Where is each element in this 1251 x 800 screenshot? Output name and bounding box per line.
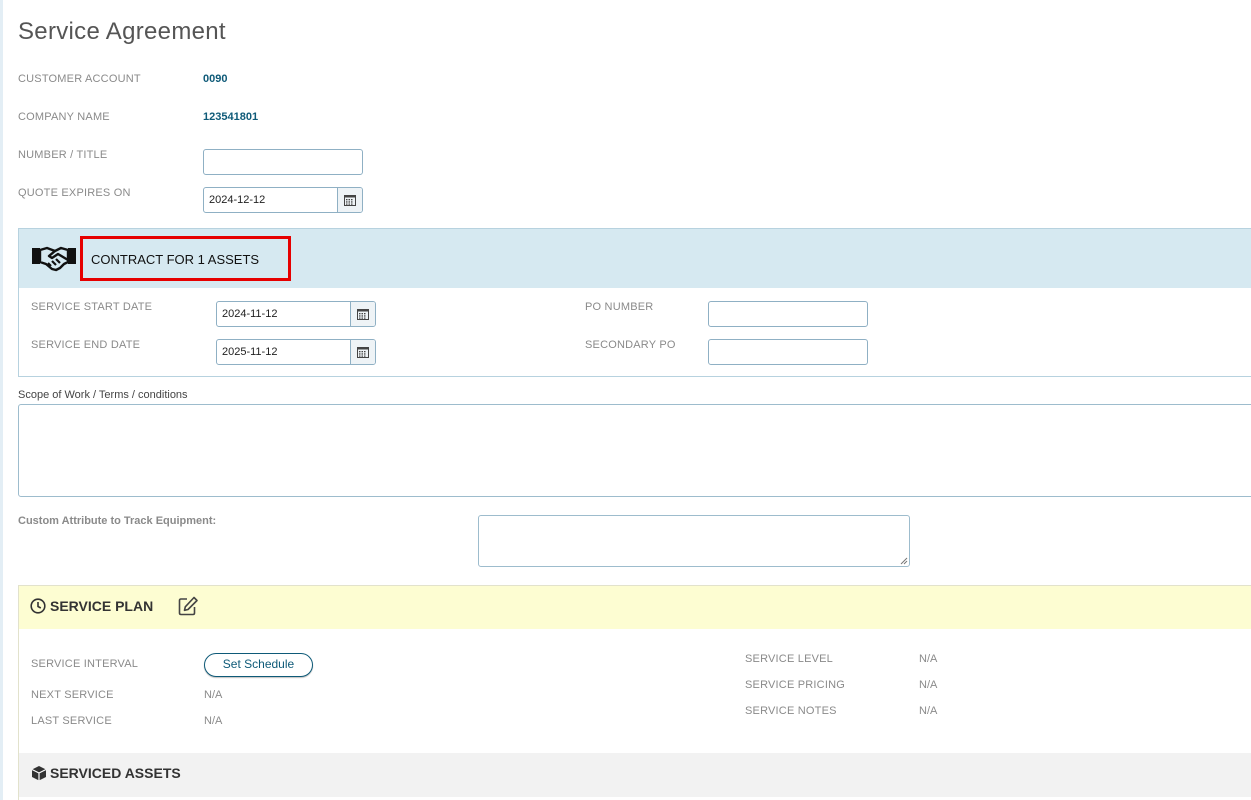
customer-account-label: CUSTOMER ACCOUNT: [18, 73, 141, 85]
edit-icon[interactable]: [178, 596, 199, 621]
scope-textarea[interactable]: [18, 404, 1251, 497]
customer-account-link[interactable]: 0090: [203, 73, 227, 85]
left-edge-bar: [0, 0, 3, 800]
serviced-assets-title: SERVICED ASSETS: [50, 765, 181, 781]
custom-attribute-label: Custom Attribute to Track Equipment:: [18, 515, 217, 527]
po-number-input[interactable]: [708, 301, 868, 327]
number-title-label: NUMBER / TITLE: [18, 149, 108, 161]
next-service-label: NEXT SERVICE: [31, 689, 114, 701]
service-end-date-field[interactable]: 2025-11-12: [216, 339, 376, 365]
secondary-po-input[interactable]: [708, 339, 868, 365]
scope-label: Scope of Work / Terms / conditions: [18, 389, 188, 401]
service-notes-value: N/A: [919, 705, 938, 717]
set-schedule-button[interactable]: Set Schedule: [204, 653, 313, 677]
po-number-label: PO NUMBER: [585, 301, 654, 313]
service-start-date-field[interactable]: 2024-11-12: [216, 301, 376, 327]
last-service-label: LAST SERVICE: [31, 715, 112, 727]
secondary-po-label: SECONDARY PO: [585, 339, 676, 351]
next-service-value: N/A: [204, 689, 223, 701]
calendar-icon[interactable]: [350, 340, 375, 364]
service-start-date-input[interactable]: 2024-11-12: [217, 302, 350, 326]
calendar-icon[interactable]: [337, 188, 362, 212]
box-icon: [31, 765, 47, 786]
service-plan-title: SERVICE PLAN: [50, 598, 154, 614]
service-interval-label: SERVICE INTERVAL: [31, 658, 139, 670]
contract-title: CONTRACT FOR 1 ASSETS: [91, 252, 260, 267]
service-end-date-input[interactable]: 2025-11-12: [217, 340, 350, 364]
service-level-label: SERVICE LEVEL: [745, 653, 833, 665]
number-title-input[interactable]: [203, 149, 363, 175]
service-plan-header: [19, 586, 1251, 629]
service-level-value: N/A: [919, 653, 938, 665]
last-service-value: N/A: [204, 715, 223, 727]
serviced-assets-header: [19, 753, 1251, 797]
service-end-label: SERVICE END DATE: [31, 339, 141, 351]
company-name-label: COMPANY NAME: [18, 111, 110, 123]
page-title: Service Agreement: [18, 18, 226, 45]
custom-attribute-textarea[interactable]: [478, 515, 910, 567]
quote-expires-date-field[interactable]: 2024-12-12: [203, 187, 363, 213]
service-pricing-value: N/A: [919, 679, 938, 691]
quote-expires-label: QUOTE EXPIRES ON: [18, 187, 131, 199]
service-notes-label: SERVICE NOTES: [745, 705, 837, 717]
calendar-icon[interactable]: [350, 302, 375, 326]
clock-icon: [30, 598, 46, 619]
service-start-label: SERVICE START DATE: [31, 301, 153, 313]
handshake-icon: [30, 242, 78, 279]
service-pricing-label: SERVICE PRICING: [745, 679, 845, 691]
company-name-link[interactable]: 123541801: [203, 111, 258, 123]
resize-handle-icon[interactable]: [900, 557, 908, 565]
quote-expires-date-input[interactable]: 2024-12-12: [204, 188, 337, 212]
